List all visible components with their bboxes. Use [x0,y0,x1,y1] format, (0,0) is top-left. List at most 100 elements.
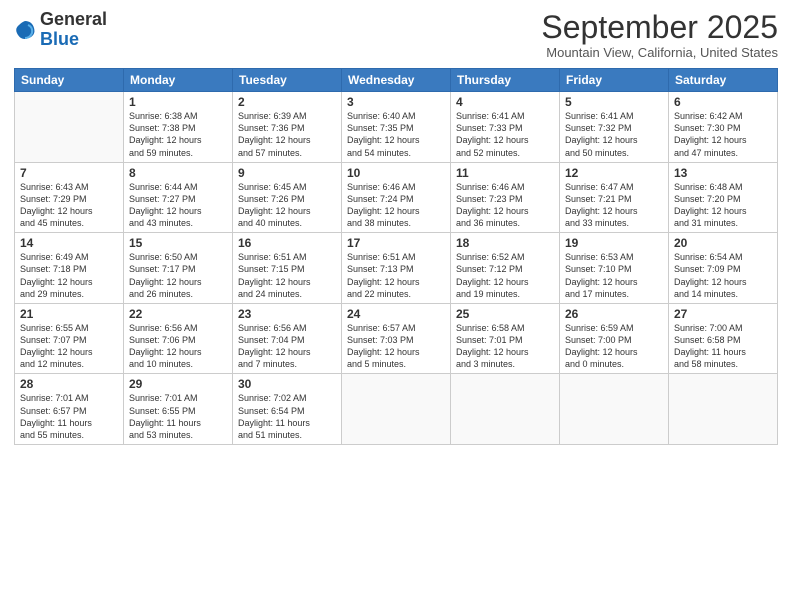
calendar-cell: 23Sunrise: 6:56 AM Sunset: 7:04 PM Dayli… [233,303,342,374]
title-block: September 2025 Mountain View, California… [541,10,778,60]
calendar-cell: 24Sunrise: 6:57 AM Sunset: 7:03 PM Dayli… [342,303,451,374]
day-info: Sunrise: 6:38 AM Sunset: 7:38 PM Dayligh… [129,110,227,159]
day-number: 20 [674,236,772,250]
day-info: Sunrise: 6:46 AM Sunset: 7:23 PM Dayligh… [456,181,554,230]
calendar-cell: 18Sunrise: 6:52 AM Sunset: 7:12 PM Dayli… [451,233,560,304]
day-info: Sunrise: 6:44 AM Sunset: 7:27 PM Dayligh… [129,181,227,230]
day-number: 15 [129,236,227,250]
calendar-cell: 11Sunrise: 6:46 AM Sunset: 7:23 PM Dayli… [451,162,560,233]
calendar-week-4: 21Sunrise: 6:55 AM Sunset: 7:07 PM Dayli… [15,303,778,374]
day-info: Sunrise: 6:49 AM Sunset: 7:18 PM Dayligh… [20,251,118,300]
day-number: 30 [238,377,336,391]
day-info: Sunrise: 7:00 AM Sunset: 6:58 PM Dayligh… [674,322,772,371]
calendar-cell [15,92,124,163]
day-number: 28 [20,377,118,391]
header: General Blue September 2025 Mountain Vie… [14,10,778,60]
day-number: 10 [347,166,445,180]
day-number: 3 [347,95,445,109]
day-number: 7 [20,166,118,180]
day-info: Sunrise: 6:41 AM Sunset: 7:32 PM Dayligh… [565,110,663,159]
day-header-tuesday: Tuesday [233,69,342,92]
day-info: Sunrise: 6:50 AM Sunset: 7:17 PM Dayligh… [129,251,227,300]
calendar-cell [669,374,778,445]
calendar-cell: 9Sunrise: 6:45 AM Sunset: 7:26 PM Daylig… [233,162,342,233]
calendar-week-2: 7Sunrise: 6:43 AM Sunset: 7:29 PM Daylig… [15,162,778,233]
day-number: 11 [456,166,554,180]
day-number: 6 [674,95,772,109]
calendar-cell: 1Sunrise: 6:38 AM Sunset: 7:38 PM Daylig… [124,92,233,163]
calendar-week-3: 14Sunrise: 6:49 AM Sunset: 7:18 PM Dayli… [15,233,778,304]
day-number: 19 [565,236,663,250]
day-number: 16 [238,236,336,250]
page: General Blue September 2025 Mountain Vie… [0,0,792,612]
calendar-week-1: 1Sunrise: 6:38 AM Sunset: 7:38 PM Daylig… [15,92,778,163]
day-info: Sunrise: 6:46 AM Sunset: 7:24 PM Dayligh… [347,181,445,230]
day-header-sunday: Sunday [15,69,124,92]
day-info: Sunrise: 6:55 AM Sunset: 7:07 PM Dayligh… [20,322,118,371]
calendar-cell: 16Sunrise: 6:51 AM Sunset: 7:15 PM Dayli… [233,233,342,304]
calendar-cell [560,374,669,445]
day-number: 22 [129,307,227,321]
day-number: 17 [347,236,445,250]
day-number: 2 [238,95,336,109]
day-info: Sunrise: 6:41 AM Sunset: 7:33 PM Dayligh… [456,110,554,159]
calendar-cell: 27Sunrise: 7:00 AM Sunset: 6:58 PM Dayli… [669,303,778,374]
day-info: Sunrise: 6:40 AM Sunset: 7:35 PM Dayligh… [347,110,445,159]
day-header-saturday: Saturday [669,69,778,92]
day-info: Sunrise: 6:58 AM Sunset: 7:01 PM Dayligh… [456,322,554,371]
calendar-cell: 19Sunrise: 6:53 AM Sunset: 7:10 PM Dayli… [560,233,669,304]
calendar-cell: 13Sunrise: 6:48 AM Sunset: 7:20 PM Dayli… [669,162,778,233]
day-info: Sunrise: 6:47 AM Sunset: 7:21 PM Dayligh… [565,181,663,230]
calendar-cell: 14Sunrise: 6:49 AM Sunset: 7:18 PM Dayli… [15,233,124,304]
calendar-cell: 26Sunrise: 6:59 AM Sunset: 7:00 PM Dayli… [560,303,669,374]
day-header-wednesday: Wednesday [342,69,451,92]
calendar-cell: 10Sunrise: 6:46 AM Sunset: 7:24 PM Dayli… [342,162,451,233]
day-info: Sunrise: 6:39 AM Sunset: 7:36 PM Dayligh… [238,110,336,159]
day-number: 12 [565,166,663,180]
day-number: 8 [129,166,227,180]
logo: General Blue [14,10,107,50]
day-info: Sunrise: 6:51 AM Sunset: 7:13 PM Dayligh… [347,251,445,300]
day-header-monday: Monday [124,69,233,92]
calendar-cell: 25Sunrise: 6:58 AM Sunset: 7:01 PM Dayli… [451,303,560,374]
day-info: Sunrise: 6:54 AM Sunset: 7:09 PM Dayligh… [674,251,772,300]
day-number: 4 [456,95,554,109]
day-header-thursday: Thursday [451,69,560,92]
day-info: Sunrise: 7:01 AM Sunset: 6:57 PM Dayligh… [20,392,118,441]
day-number: 23 [238,307,336,321]
day-number: 9 [238,166,336,180]
day-number: 29 [129,377,227,391]
day-number: 21 [20,307,118,321]
calendar-cell: 12Sunrise: 6:47 AM Sunset: 7:21 PM Dayli… [560,162,669,233]
calendar-cell: 28Sunrise: 7:01 AM Sunset: 6:57 PM Dayli… [15,374,124,445]
day-info: Sunrise: 6:42 AM Sunset: 7:30 PM Dayligh… [674,110,772,159]
logo-icon [14,19,36,41]
day-number: 26 [565,307,663,321]
day-info: Sunrise: 7:01 AM Sunset: 6:55 PM Dayligh… [129,392,227,441]
day-number: 24 [347,307,445,321]
day-info: Sunrise: 6:56 AM Sunset: 7:04 PM Dayligh… [238,322,336,371]
calendar-cell: 17Sunrise: 6:51 AM Sunset: 7:13 PM Dayli… [342,233,451,304]
day-info: Sunrise: 6:52 AM Sunset: 7:12 PM Dayligh… [456,251,554,300]
calendar-cell: 7Sunrise: 6:43 AM Sunset: 7:29 PM Daylig… [15,162,124,233]
day-info: Sunrise: 6:57 AM Sunset: 7:03 PM Dayligh… [347,322,445,371]
calendar-table: SundayMondayTuesdayWednesdayThursdayFrid… [14,68,778,445]
calendar-cell [451,374,560,445]
day-number: 1 [129,95,227,109]
day-number: 27 [674,307,772,321]
day-number: 13 [674,166,772,180]
calendar-cell: 30Sunrise: 7:02 AM Sunset: 6:54 PM Dayli… [233,374,342,445]
day-info: Sunrise: 6:43 AM Sunset: 7:29 PM Dayligh… [20,181,118,230]
day-info: Sunrise: 6:51 AM Sunset: 7:15 PM Dayligh… [238,251,336,300]
calendar-cell: 6Sunrise: 6:42 AM Sunset: 7:30 PM Daylig… [669,92,778,163]
day-info: Sunrise: 6:45 AM Sunset: 7:26 PM Dayligh… [238,181,336,230]
calendar-cell: 5Sunrise: 6:41 AM Sunset: 7:32 PM Daylig… [560,92,669,163]
day-info: Sunrise: 6:53 AM Sunset: 7:10 PM Dayligh… [565,251,663,300]
calendar-cell: 15Sunrise: 6:50 AM Sunset: 7:17 PM Dayli… [124,233,233,304]
calendar-cell: 21Sunrise: 6:55 AM Sunset: 7:07 PM Dayli… [15,303,124,374]
calendar-header-row: SundayMondayTuesdayWednesdayThursdayFrid… [15,69,778,92]
day-number: 25 [456,307,554,321]
calendar-cell: 29Sunrise: 7:01 AM Sunset: 6:55 PM Dayli… [124,374,233,445]
location: Mountain View, California, United States [541,45,778,60]
day-number: 18 [456,236,554,250]
